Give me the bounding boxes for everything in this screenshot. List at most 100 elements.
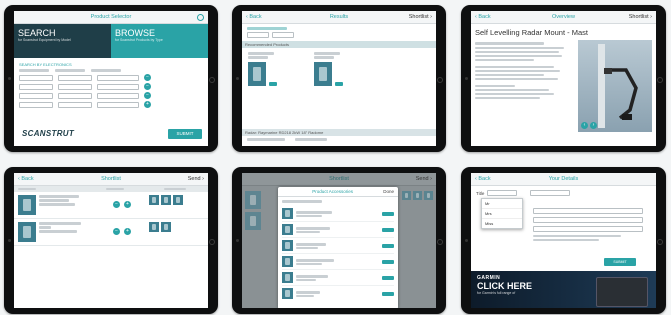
list-item[interactable] (282, 286, 394, 301)
dropdown-option[interactable]: Mr (482, 199, 522, 209)
add-button[interactable] (382, 291, 394, 296)
select-field[interactable] (58, 92, 92, 99)
send-button[interactable]: Send › (188, 176, 204, 182)
submit-label: SUBMIT (176, 131, 194, 136)
table-row[interactable]: − + (14, 192, 208, 219)
send-button[interactable]: Send › (416, 176, 432, 182)
dropdown-option[interactable]: Mrs (482, 209, 522, 219)
title-select[interactable] (487, 190, 518, 196)
back-label: Back (21, 176, 34, 182)
camera-dot (8, 239, 11, 242)
back-label: Back (478, 14, 491, 20)
accessory-text (296, 290, 379, 297)
filter-select[interactable] (247, 32, 269, 38)
name-input[interactable] (530, 190, 571, 196)
recommended-header: Recommended Products (242, 41, 436, 48)
remove-icon[interactable]: − (144, 74, 151, 81)
back-button[interactable]: ‹ Back (246, 14, 262, 20)
column-label (55, 69, 85, 72)
details-form: Title Mr Mrs Miss SUBMIT (471, 186, 656, 272)
list-item[interactable] (282, 254, 394, 270)
submit-button[interactable]: SUBMIT (604, 258, 636, 266)
accessory-image (282, 224, 293, 235)
accessory-image (282, 208, 293, 219)
select-field[interactable] (19, 101, 53, 108)
tablet-your-details: ‹ Back Your Details Title Mr Mrs Miss SU… (461, 167, 666, 314)
list-item[interactable] (282, 206, 394, 222)
dropdown-option[interactable]: Miss (482, 219, 522, 228)
table-row[interactable]: − + (14, 219, 208, 246)
next-icon[interactable]: › (590, 122, 597, 129)
info-icon[interactable] (197, 13, 204, 21)
select-field[interactable] (97, 101, 139, 108)
add-button[interactable] (382, 275, 394, 280)
consent-text (533, 239, 599, 241)
product-image (248, 62, 266, 86)
country-select[interactable] (533, 226, 643, 232)
prev-icon[interactable]: ‹ (581, 122, 588, 129)
select-field[interactable] (58, 83, 92, 90)
camera-dot (465, 77, 468, 80)
select-field[interactable] (58, 74, 92, 81)
quantity-stepper[interactable]: − + (113, 228, 131, 235)
add-button[interactable] (382, 259, 394, 264)
select-field[interactable] (97, 92, 139, 99)
select-field[interactable] (19, 92, 53, 99)
add-button[interactable] (382, 243, 394, 248)
nav-title: Shortlist (101, 176, 121, 182)
increment-icon[interactable]: + (124, 228, 131, 235)
increment-icon[interactable]: + (124, 201, 131, 208)
submit-button[interactable]: SUBMIT (168, 129, 202, 139)
tablet-accessories: Shortlist Send › Product Accessories Don… (232, 167, 446, 314)
search-browse-tabs: SEARCH for Scanstrut Equipment by Model … (14, 24, 208, 58)
list-item[interactable] (282, 270, 394, 286)
list-item[interactable] (282, 238, 394, 254)
decrement-icon[interactable]: − (113, 201, 120, 208)
select-field[interactable] (19, 83, 53, 90)
back-button[interactable]: ‹ Back (475, 176, 491, 182)
accessory-text (296, 226, 379, 233)
product-name (248, 52, 274, 55)
remove-icon[interactable]: − (144, 83, 151, 90)
add-button[interactable] (382, 211, 394, 216)
device-image (596, 277, 648, 307)
form-fields (533, 208, 643, 241)
select-field[interactable] (58, 101, 92, 108)
add-button[interactable] (335, 82, 343, 86)
product-card[interactable] (248, 52, 288, 86)
quantity-stepper[interactable]: − + (113, 201, 131, 208)
remove-icon[interactable]: − (144, 92, 151, 99)
tablet-overview: ‹ Back Overview Shortlist › Self Levelli… (461, 5, 666, 152)
column-label (91, 69, 121, 72)
done-button[interactable]: Done (383, 189, 394, 194)
product-card[interactable] (314, 52, 354, 86)
shortlist-button[interactable]: Shortlist › (409, 14, 432, 20)
phone-field[interactable] (533, 217, 643, 223)
nav-bar: ‹ Back Your Details (471, 173, 656, 186)
title-label: Title (476, 190, 485, 196)
select-field[interactable] (97, 83, 139, 90)
back-button[interactable]: ‹ Back (475, 14, 491, 20)
browse-tab[interactable]: BROWSE for Scanstrut Products by Type (111, 24, 208, 58)
nav-title: Results (329, 14, 349, 20)
add-button[interactable] (269, 82, 277, 86)
select-field[interactable] (97, 74, 139, 81)
product-image (314, 62, 332, 86)
search-tab[interactable]: SEARCH for Scanstrut Equipment by Model (14, 24, 111, 58)
email-field[interactable] (533, 208, 643, 214)
accessory-image (282, 256, 293, 267)
product-title: Self Levelling Radar Mount - Mast (475, 28, 588, 37)
send-label: Send (187, 176, 201, 182)
filter-select[interactable] (272, 32, 294, 38)
add-button[interactable] (382, 227, 394, 232)
back-button[interactable]: ‹ Back (18, 176, 34, 182)
accessory-thumbs (149, 195, 183, 205)
decrement-icon[interactable]: − (113, 228, 120, 235)
add-icon[interactable]: + (144, 101, 151, 108)
list-item[interactable] (282, 222, 394, 238)
shortlist-button[interactable]: Shortlist › (629, 14, 652, 20)
filter-label (247, 27, 287, 30)
select-field[interactable] (19, 74, 53, 81)
garmin-banner[interactable]: GARMIN CLICK HERE for Garmin's full rang… (471, 271, 656, 308)
modal-subtitle (282, 200, 322, 203)
